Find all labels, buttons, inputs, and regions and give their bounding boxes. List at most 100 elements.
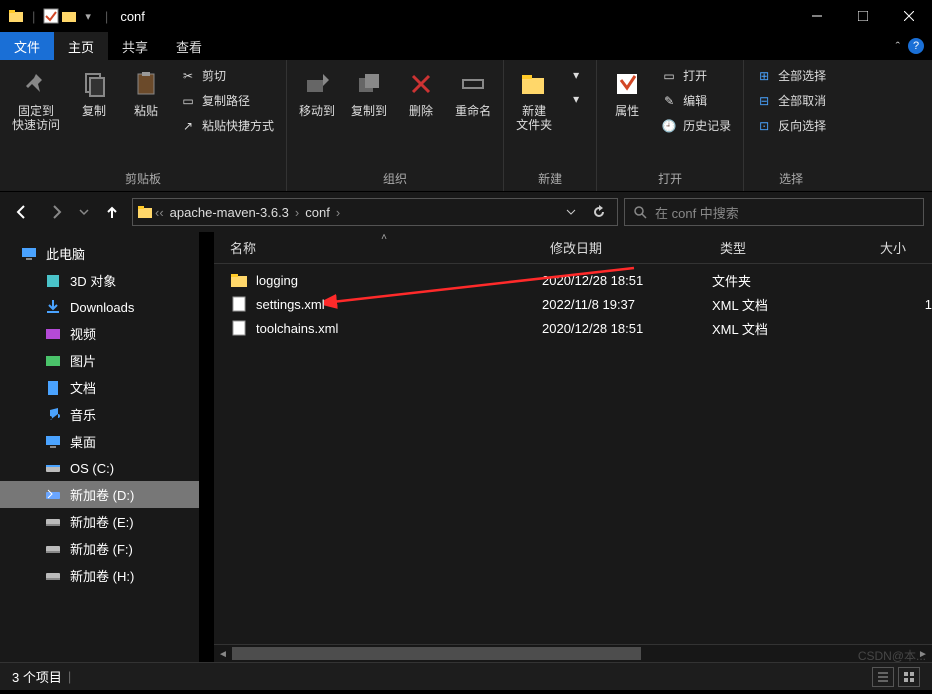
tab-share[interactable]: 共享 xyxy=(108,32,162,60)
path-icon: ▭ xyxy=(180,93,196,109)
titlebar: | ▾ | conf xyxy=(0,0,932,32)
scroll-thumb[interactable] xyxy=(232,647,641,660)
nav-recent-dropdown[interactable] xyxy=(76,198,92,226)
easyaccess-button[interactable]: ▾ xyxy=(562,88,590,110)
file-row[interactable]: settings.xml2022/11/8 19:37XML 文档1 xyxy=(214,292,932,316)
ribbon-group-clipboard: 固定到 快速访问 复制 粘贴 ✂剪切 ▭复制路径 ↗粘贴快捷方式 剪贴板 xyxy=(0,60,287,191)
tab-home[interactable]: 主页 xyxy=(54,32,108,60)
paste-button[interactable]: 粘贴 xyxy=(122,64,170,122)
ribbon-group-select: ⊞全部选择 ⊟全部取消 ⊡反向选择 选择 xyxy=(744,60,838,191)
tree-item-label: 图片 xyxy=(70,351,96,370)
pasteshortcut-button[interactable]: ↗粘贴快捷方式 xyxy=(174,114,280,137)
tree-item-label: 新加卷 (D:) xyxy=(70,485,134,504)
search-box[interactable]: 在 conf 中搜索 xyxy=(624,198,924,226)
view-large-button[interactable] xyxy=(898,667,920,687)
newitem-button[interactable]: ▾ xyxy=(562,64,590,86)
view-details-button[interactable] xyxy=(872,667,894,687)
selectall-button[interactable]: ⊞全部选择 xyxy=(750,64,832,87)
rename-icon xyxy=(457,68,489,100)
copypath-button[interactable]: ▭复制路径 xyxy=(174,89,280,112)
window-controls xyxy=(794,0,932,32)
qat-folder-icon[interactable] xyxy=(61,8,77,24)
address-bar[interactable]: ‹‹ apache-maven-3.6.3 › conf › xyxy=(132,198,618,226)
tree-item-icon xyxy=(44,486,62,504)
cut-button[interactable]: ✂剪切 xyxy=(174,64,280,87)
collapse-ribbon-icon[interactable]: ˆ xyxy=(896,39,900,54)
tab-file[interactable]: 文件 xyxy=(0,32,54,60)
nav-forward-button[interactable] xyxy=(42,198,70,226)
sidebar-item[interactable]: 图片 xyxy=(0,347,199,374)
group-label-open: 打开 xyxy=(603,168,737,189)
sidebar-item[interactable]: OS (C:) xyxy=(0,455,199,481)
file-icon xyxy=(230,319,248,337)
selectnone-button[interactable]: ⊟全部取消 xyxy=(750,89,832,112)
tree-item-icon xyxy=(44,406,62,424)
refresh-button[interactable] xyxy=(585,199,613,225)
file-name: logging xyxy=(256,273,298,288)
col-header-type[interactable]: 类型 xyxy=(712,238,872,257)
pin-button[interactable]: 固定到 快速访问 xyxy=(6,64,66,137)
sidebar-item[interactable]: 新加卷 (H:) xyxy=(0,562,199,589)
sidebar-item[interactable]: 音乐 xyxy=(0,401,199,428)
newfolder-button[interactable]: 新建 文件夹 xyxy=(510,64,558,137)
sidebar-item[interactable]: 新加卷 (D:) xyxy=(0,481,199,508)
breadcrumb-sep[interactable]: › xyxy=(293,205,301,220)
nav-up-button[interactable] xyxy=(98,198,126,226)
separator: | xyxy=(105,9,108,24)
tab-view[interactable]: 查看 xyxy=(162,32,216,60)
file-type: 文件夹 xyxy=(712,271,872,290)
selectinvert-icon: ⊡ xyxy=(756,118,772,134)
rename-button[interactable]: 重命名 xyxy=(449,64,497,122)
file-row[interactable]: toolchains.xml2020/12/28 18:51XML 文档 xyxy=(214,316,932,340)
addr-dropdown[interactable] xyxy=(557,199,585,225)
maximize-button[interactable] xyxy=(840,0,886,32)
ribbon-group-open: 属性 ▭打开 ✎编辑 🕘历史记录 打开 xyxy=(597,60,744,191)
nav-back-button[interactable] xyxy=(8,198,36,226)
col-header-size[interactable]: 大小 xyxy=(872,238,932,257)
divider[interactable] xyxy=(200,232,214,662)
sidebar-item[interactable]: 文档 xyxy=(0,374,199,401)
tree-item-label: 新加卷 (H:) xyxy=(70,566,134,585)
file-list[interactable]: logging2020/12/28 18:51文件夹settings.xml20… xyxy=(214,264,932,644)
selectall-icon: ⊞ xyxy=(756,68,772,84)
checkbox-icon[interactable] xyxy=(43,8,59,24)
delete-button[interactable]: 删除 xyxy=(397,64,445,122)
selectinvert-button[interactable]: ⊡反向选择 xyxy=(750,114,832,137)
open-button[interactable]: ▭打开 xyxy=(655,64,737,87)
sidebar[interactable]: 此电脑 3D 对象 Downloads视频图片文档音乐桌面OS (C:) 新加卷 (… xyxy=(0,232,200,662)
scroll-left-button[interactable]: ◄ xyxy=(214,645,232,663)
copyto-button[interactable]: 复制到 xyxy=(345,64,393,122)
folder-icon xyxy=(137,204,153,220)
file-date: 2020/12/28 18:51 xyxy=(542,321,712,336)
file-row[interactable]: logging2020/12/28 18:51文件夹 xyxy=(214,268,932,292)
breadcrumb-seg-2[interactable]: conf xyxy=(301,205,334,220)
history-button[interactable]: 🕘历史记录 xyxy=(655,114,737,137)
sidebar-item[interactable]: 视频 xyxy=(0,320,199,347)
tree-item-label: 3D 对象 xyxy=(70,271,116,290)
qat-dropdown[interactable]: ▾ xyxy=(85,10,91,23)
tree-this-pc[interactable]: 此电脑 xyxy=(0,240,199,267)
file-date: 2022/11/8 19:37 xyxy=(542,297,712,312)
horizontal-scrollbar[interactable]: ◄ ► xyxy=(214,644,932,662)
ribbon: 固定到 快速访问 复制 粘贴 ✂剪切 ▭复制路径 ↗粘贴快捷方式 剪贴板 移动到… xyxy=(0,60,932,192)
minimize-button[interactable] xyxy=(794,0,840,32)
sidebar-item[interactable]: 桌面 xyxy=(0,428,199,455)
close-button[interactable] xyxy=(886,0,932,32)
properties-button[interactable]: 属性 xyxy=(603,64,651,122)
copy-button[interactable]: 复制 xyxy=(70,64,118,122)
breadcrumb-sep[interactable]: ‹‹ xyxy=(153,205,166,220)
help-icon[interactable]: ? xyxy=(908,38,924,54)
breadcrumb-sep[interactable]: › xyxy=(334,205,342,220)
sidebar-item[interactable]: Downloads xyxy=(0,294,199,320)
moveto-button[interactable]: 移动到 xyxy=(293,64,341,122)
sidebar-item[interactable]: 3D 对象 xyxy=(0,267,199,294)
sidebar-item[interactable]: 新加卷 (E:) xyxy=(0,508,199,535)
col-header-date[interactable]: 修改日期 xyxy=(542,238,712,257)
sidebar-item[interactable]: 新加卷 (F:) xyxy=(0,535,199,562)
shortcut-icon: ↗ xyxy=(180,118,196,134)
edit-button[interactable]: ✎编辑 xyxy=(655,89,737,112)
file-type: XML 文档 xyxy=(712,319,872,338)
ribbon-group-new: 新建 文件夹 ▾ ▾ 新建 xyxy=(504,60,597,191)
newfolder-icon xyxy=(518,68,550,100)
breadcrumb-seg-1[interactable]: apache-maven-3.6.3 xyxy=(166,205,293,220)
